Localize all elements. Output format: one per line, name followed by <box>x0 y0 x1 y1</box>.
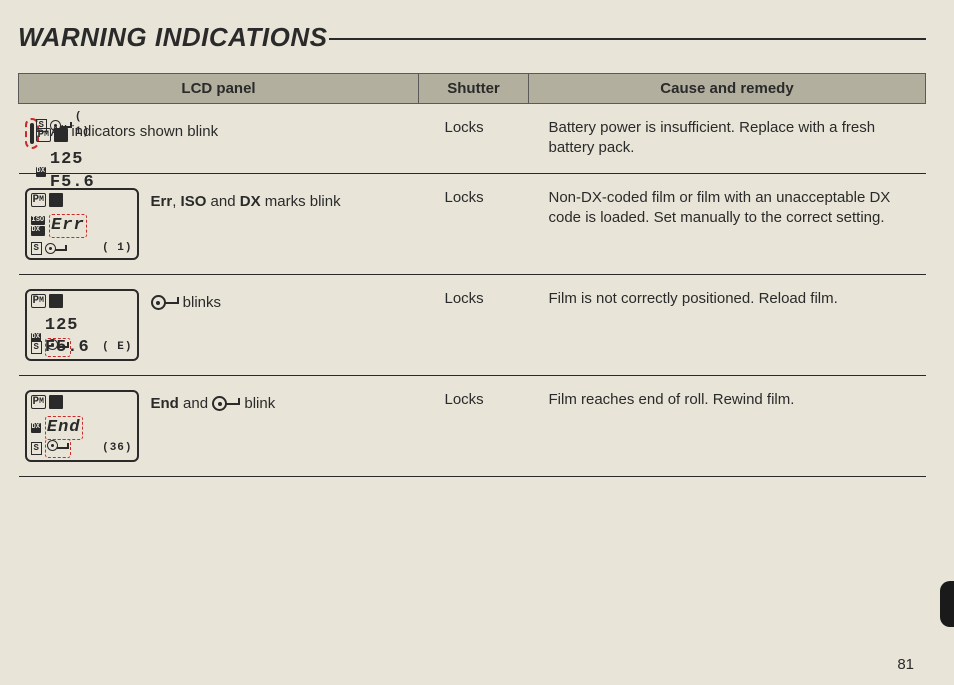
header-shutter: Shutter <box>419 74 529 104</box>
s-indicator: S <box>31 341 42 354</box>
title-text: WARNING INDICATIONS <box>18 22 327 53</box>
remedy-cell: Non-DX-coded film or film with an unacce… <box>529 173 926 274</box>
shutter-cell: Locks <box>419 173 529 274</box>
cartridge-icon <box>45 243 67 254</box>
lcd-panel-icon: PM DX End S (36) <box>25 390 139 462</box>
lcd-readout: End <box>47 418 81 437</box>
remedy-cell: Battery power is insufficient. Replace w… <box>529 104 926 174</box>
frame-counter: (36) <box>102 441 132 456</box>
s-indicator: S <box>36 119 47 132</box>
table-row: PM DX 125 F5.6 S ( E) <box>19 274 926 375</box>
frame-counter: ( 1) <box>75 110 90 140</box>
cartridge-icon <box>47 339 69 350</box>
lcd-panel-icon: PM DX 125 F5.6 S ( E) <box>25 289 139 361</box>
cartridge-icon <box>50 120 72 131</box>
meter-icon <box>49 395 63 409</box>
table-row: PM DX End S (36) <box>19 375 926 476</box>
cartridge-blink-highlight <box>45 439 71 457</box>
lcd-blink-outline: PM DX 125 F5.6 S ( 1) <box>25 118 39 149</box>
lcd-panel-icon: PM DX 125 F5.6 S ( 1) <box>30 123 34 144</box>
frame-counter: ( E) <box>102 340 132 355</box>
meter-icon <box>49 193 63 207</box>
end-blink-highlight: End <box>45 416 83 441</box>
cartridge-blink-highlight <box>45 338 71 356</box>
lcd-description: Err, ISO and DX marks blink <box>151 188 409 212</box>
header-lcd: LCD panel <box>19 74 419 104</box>
frame-counter: ( 1) <box>102 241 132 256</box>
meter-icon <box>49 294 63 308</box>
title-rule <box>329 38 926 40</box>
err-blink-highlight: Err <box>49 214 87 239</box>
warning-table: LCD panel Shutter Cause and remedy PM <box>18 73 926 477</box>
page-title: WARNING INDICATIONS <box>18 22 926 53</box>
dx-indicator: DX <box>36 167 46 176</box>
page-edge-tab <box>940 581 954 627</box>
cartridge-icon <box>151 295 179 310</box>
iso-indicator: ISO <box>31 216 46 225</box>
header-remedy: Cause and remedy <box>529 74 926 104</box>
dx-indicator: DX <box>31 423 41 432</box>
cartridge-icon <box>212 396 240 411</box>
mode-indicator: PM <box>31 395 46 409</box>
lcd-readout: Err <box>51 216 85 235</box>
cartridge-icon <box>47 440 69 451</box>
page-number: 81 <box>897 656 914 673</box>
mode-indicator: PM <box>31 294 46 308</box>
lcd-panel-icon: PM ISO DX Err S <box>25 188 139 260</box>
s-indicator: S <box>31 242 42 255</box>
s-indicator: S <box>31 442 42 455</box>
lcd-description: End and blink <box>151 390 409 414</box>
lcd-description: blinks <box>151 289 409 313</box>
shutter-cell: Locks <box>419 375 529 476</box>
shutter-cell: Locks <box>419 104 529 174</box>
mode-indicator: PM <box>31 193 46 207</box>
remedy-cell: Film is not correctly positioned. Reload… <box>529 274 926 375</box>
table-row: PM DX 125 F5.6 S ( 1) <box>19 104 926 174</box>
shutter-cell: Locks <box>419 274 529 375</box>
dx-indicator: DX <box>31 226 46 235</box>
remedy-cell: Film reaches end of roll. Rewind film. <box>529 375 926 476</box>
lcd-description: All indicators shown blink <box>51 118 409 142</box>
table-row: PM ISO DX Err S <box>19 173 926 274</box>
